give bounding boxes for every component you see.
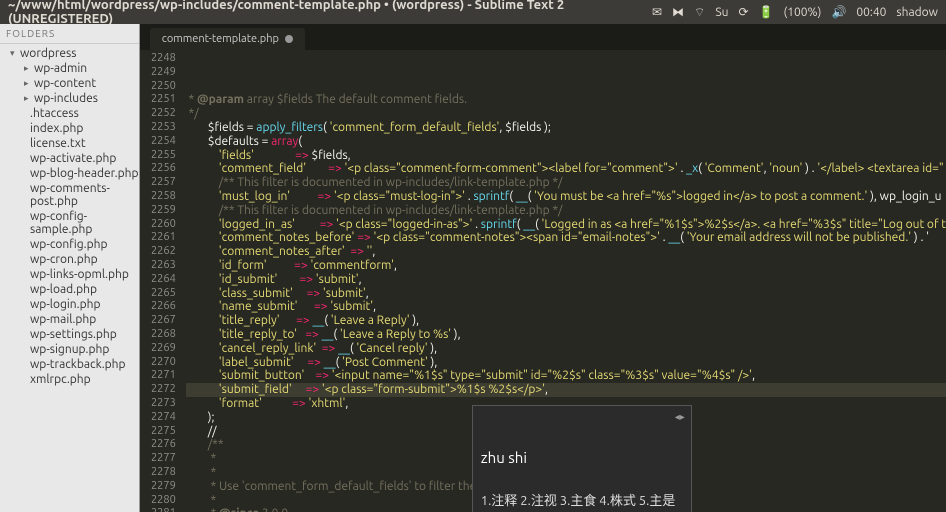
tree-folder[interactable]: ▸wp-admin [0, 61, 139, 76]
folders-header: FOLDERS [0, 24, 139, 44]
tree-file[interactable]: wp-blog-header.php [0, 166, 139, 181]
tree-file[interactable]: wp-links-opml.php [0, 267, 139, 282]
tab-label: comment-template.php [162, 33, 279, 45]
tree-file[interactable]: index.php [0, 121, 139, 136]
tree-file[interactable]: wp-config.php [0, 237, 139, 252]
tab-file[interactable]: comment-template.php [150, 28, 305, 50]
tree-file[interactable]: wp-activate.php [0, 151, 139, 166]
folder-tree[interactable]: ▾wordpress ▸wp-admin ▸wp-content ▸wp-inc… [0, 44, 139, 389]
line-gutter: 2248 2249 2250 2251 2252 2253 2254 2255 … [140, 50, 186, 512]
tree-file[interactable]: wp-login.php [0, 297, 139, 312]
tab-dirty-icon [285, 35, 293, 43]
tree-root[interactable]: ▾wordpress [0, 46, 139, 61]
keyboard-indicator[interactable]: Su [715, 6, 728, 19]
tree-file[interactable]: wp-signup.php [0, 342, 139, 357]
battery-icon[interactable]: 🔋 [759, 5, 774, 19]
tree-file[interactable]: .htaccess [0, 106, 139, 121]
ime-input: zhu shi [481, 451, 683, 467]
volume-icon[interactable]: 🔊 [831, 5, 846, 19]
tree-file[interactable]: xmlrpc.php [0, 372, 139, 387]
ime-candidates[interactable]: 1.注释 2.注视 3.主食 4.株式 5.主是 [481, 495, 683, 509]
editor: comment-template.php 2248 2249 2250 2251… [140, 24, 946, 512]
ime-arrow-icon: ◂▸ [675, 410, 685, 424]
tab-bar[interactable]: comment-template.php [140, 24, 946, 50]
updates-icon[interactable]: ⟳ [738, 5, 748, 19]
tree-file[interactable]: wp-load.php [0, 282, 139, 297]
code-content[interactable]: * @param array $fields The default comme… [186, 50, 946, 512]
tree-file[interactable]: wp-comments-post.php [0, 181, 139, 209]
tree-folder[interactable]: ▸wp-includes [0, 91, 139, 106]
user-menu[interactable]: shadow [896, 6, 938, 19]
tree-file[interactable]: license.txt [0, 136, 139, 151]
tree-file[interactable]: wp-settings.php [0, 327, 139, 342]
tree-file[interactable]: wp-mail.php [0, 312, 139, 327]
system-tray: ✉ ⧓ ⌔ Su ⟳ 🔋 (100%) 🔊 00:40 shadow [652, 5, 938, 20]
window-titlebar: ~/www/html/wordpress/wp-includes/comment… [0, 0, 946, 24]
code-area[interactable]: 2248 2249 2250 2251 2252 2253 2254 2255 … [140, 50, 946, 512]
bluetooth-icon[interactable]: ⧓ [672, 5, 684, 19]
clock[interactable]: 00:40 [856, 6, 886, 19]
tree-folder[interactable]: ▸wp-content [0, 76, 139, 91]
tree-file[interactable]: wp-cron.php [0, 252, 139, 267]
mail-icon[interactable]: ✉ [652, 5, 662, 19]
battery-percent: (100%) [783, 6, 821, 19]
sidebar: FOLDERS ▾wordpress ▸wp-admin ▸wp-content… [0, 24, 140, 512]
wifi-icon[interactable]: ⌔ [694, 5, 705, 20]
window-title: ~/www/html/wordpress/wp-includes/comment… [8, 0, 652, 26]
tree-file[interactable]: wp-config-sample.php [0, 209, 139, 237]
ime-popup[interactable]: ◂▸ zhu shi 1.注释 2.注视 3.主食 4.株式 5.主是 [472, 405, 692, 512]
tree-file[interactable]: wp-trackback.php [0, 357, 139, 372]
